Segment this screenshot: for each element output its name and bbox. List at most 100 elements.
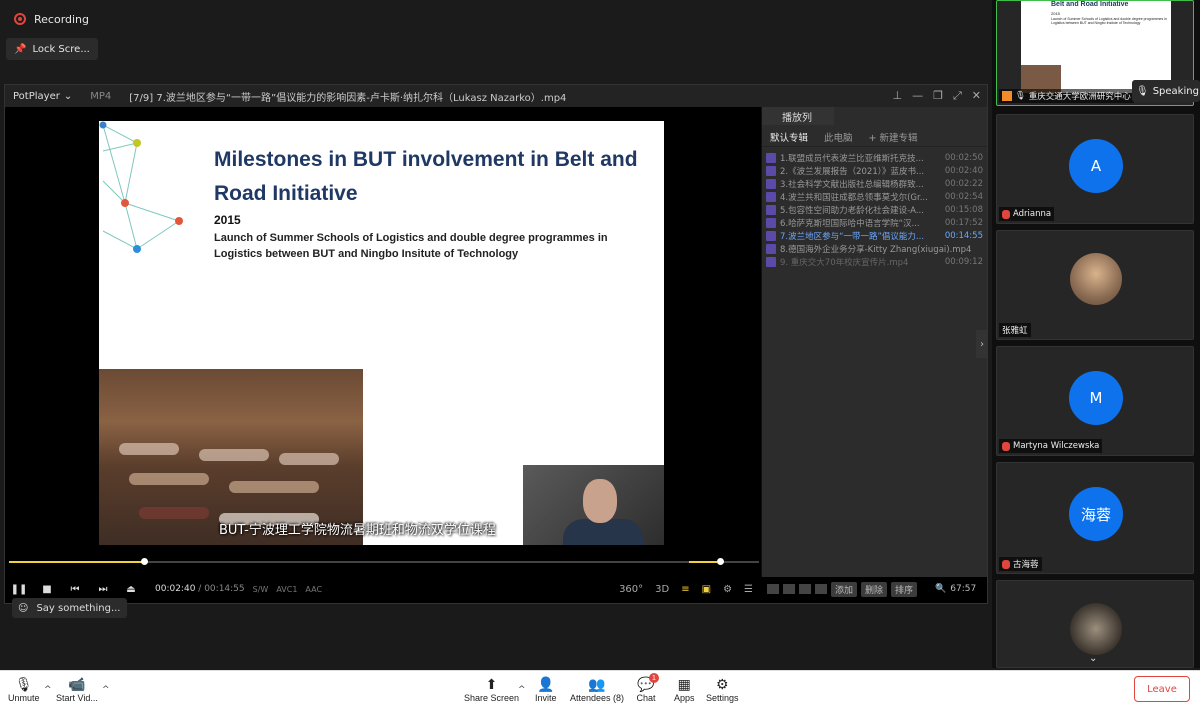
3d-icon[interactable]: 3D <box>655 584 669 595</box>
previous-icon[interactable]: ⏮ <box>61 584 89 595</box>
playlist-item-name: 3.社会科学文献出版社总编辑杨群致... <box>780 179 924 190</box>
playlist-item[interactable]: 7.波兰地区参与“一带一路”倡议能力... 00:14:55 <box>762 229 987 242</box>
playlist-item-duration: 00:09:12 <box>944 256 983 267</box>
360-icon[interactable]: 360° <box>619 584 643 595</box>
tag-sw[interactable]: S/W <box>253 585 269 594</box>
playlist-controls: 添加 删除 排序 🔍 67:57 <box>761 577 987 601</box>
start-video-button[interactable]: 📹 Start Vid... <box>56 675 98 704</box>
playlist-item-duration: 00:15:08 <box>944 204 983 215</box>
playlist-icon[interactable]: ≡ <box>681 584 689 595</box>
participant-name: 古海蓉 <box>1013 560 1039 570</box>
share-screen-button[interactable]: ⬆ Share Screen <box>464 675 520 704</box>
lock-screen-button[interactable]: 📌 Lock Scre... <box>6 38 98 60</box>
avatar: M <box>1069 371 1123 425</box>
gear-icon: ⚙ <box>715 675 729 692</box>
reaction-input[interactable]: ☺ Say something... <box>12 598 127 618</box>
next-icon[interactable]: ⏭ <box>89 584 117 595</box>
collapse-gallery-button[interactable]: › <box>976 330 988 358</box>
unmute-button[interactable]: 🎙 Unmute <box>8 675 40 704</box>
chevron-up-icon[interactable]: ^ <box>518 685 526 695</box>
participant-tile[interactable]: A Adrianna <box>996 114 1194 224</box>
playlist-total-duration: 67:57 <box>950 584 977 594</box>
tag-video-codec[interactable]: AVC1 <box>276 585 297 594</box>
tab-default-album[interactable]: 默认专辑 <box>762 125 817 146</box>
eject-icon[interactable]: ⏏ <box>117 584 145 595</box>
participant-tile[interactable]: 张雅虹 <box>996 230 1194 340</box>
potplayer-menu[interactable]: PotPlayer ⌄ <box>5 91 80 102</box>
tag-audio-codec[interactable]: AAC <box>305 585 322 594</box>
participant-tile[interactable]: M Martyna Wilczewska <box>996 346 1194 456</box>
playlist-item[interactable]: 2.《波兰发展报告（2021）》蓝皮书... 00:02:40 <box>762 164 987 177</box>
participant-tile[interactable]: ⌄ <box>996 580 1194 668</box>
playlist-item-duration: 00:02:54 <box>944 191 983 202</box>
invite-button[interactable]: 👤 Invite <box>535 675 557 704</box>
pin-icon: 📌 <box>14 43 27 55</box>
video-frame[interactable]: Milestones in BUT involvement in Belt an… <box>99 121 664 545</box>
playlist-header: 播放列表 <box>762 107 834 139</box>
settings-label: Settings <box>706 693 739 703</box>
volume-slider[interactable] <box>689 558 751 565</box>
microphone-icon: 🎙 <box>1015 91 1026 101</box>
thumb-title: Belt and Road Initiative <box>1051 1 1129 8</box>
lock-screen-label: Lock Scre... <box>32 43 90 55</box>
minimize-icon[interactable]: — <box>912 89 923 103</box>
pin-icon[interactable]: ⊥ <box>893 89 903 103</box>
chevron-up-icon[interactable]: ^ <box>102 685 110 695</box>
playlist-items: 1.联盟成员代表波兰比亚维斯托克技... 00:02:50 2.《波兰发展报告（20… <box>762 147 987 272</box>
seek-handle[interactable] <box>141 558 148 565</box>
video-file-icon <box>766 243 776 254</box>
subtitle-icon[interactable]: ▣ <box>702 584 711 595</box>
playlist-panel: 播放列表 默认专辑 此电脑 + 新建专辑 1.联盟成员代表波兰比亚维斯托克技..… <box>761 107 987 577</box>
playlist-tabs: 默认专辑 此电脑 + 新建专辑 <box>762 125 987 147</box>
potplayer-window: PotPlayer ⌄ MP4 [7/9] 7.波兰地区参与“一带一路”倡议能力… <box>4 84 988 604</box>
chat-button[interactable]: 💬 1 Chat <box>636 673 659 703</box>
video-file-icon <box>766 191 776 202</box>
move-down-icon[interactable] <box>799 584 811 594</box>
settings-button[interactable]: ⚙ Settings <box>706 675 739 704</box>
tab-new-album[interactable]: + 新建专辑 <box>861 125 926 146</box>
maximize-icon[interactable]: ⤢ <box>953 89 962 103</box>
avatar <box>1070 603 1122 655</box>
playlist-item[interactable]: 3.社会科学文献出版社总编辑杨群致... 00:02:22 <box>762 177 987 190</box>
mic-muted-icon <box>1002 441 1010 451</box>
restore-icon[interactable]: ❐ <box>933 89 943 103</box>
menu-icon[interactable]: ☰ <box>744 584 753 595</box>
attendees-button[interactable]: 👥 Attendees (8) <box>570 675 624 704</box>
stop-icon[interactable]: ■ <box>33 584 61 595</box>
recording-indicator[interactable]: Recording <box>8 9 95 29</box>
participant-tile[interactable]: 海蓉 古海蓉 <box>996 462 1194 574</box>
slide-title: Milestones in BUT involvement in Belt an… <box>214 148 638 205</box>
leave-button[interactable]: Leave <box>1134 676 1190 702</box>
pause-icon[interactable]: ❚❚ <box>5 584 33 595</box>
invite-label: Invite <box>535 693 557 703</box>
thumb-text: Launch of Summer Schools of Logistics an… <box>1051 17 1167 25</box>
file-title: [7/9] 7.波兰地区参与“一带一路”倡议能力的影响因素-卢卡斯·纳扎尔科（L… <box>129 92 567 104</box>
speaker-pip-video <box>523 465 664 545</box>
playlist-item[interactable]: 5.包容性空间助力老龄化社会建设-A... 00:15:08 <box>762 203 987 216</box>
participant-name: 张雅虹 <box>1002 326 1028 336</box>
add-button[interactable]: 添加 <box>831 581 858 597</box>
gear-icon[interactable]: ⚙ <box>723 584 732 595</box>
playlist-item[interactable]: 9. 重庆交大70年校庆宣传片.mp4 00:09:12 <box>762 255 987 268</box>
playlist-item[interactable]: 1.联盟成员代表波兰比亚维斯托克技... 00:02:50 <box>762 151 987 164</box>
participant-name: 🎙 重庆交通大学欧洲研究中心 <box>999 89 1134 103</box>
sort-button[interactable]: 排序 <box>891 581 918 597</box>
move-bottom-icon[interactable] <box>815 584 827 594</box>
playlist-item[interactable]: 8.德国海外企业务分享-Kitty Zhang(xiugai).mp4 <box>762 242 987 255</box>
playlist-item[interactable]: 4.波兰共和国驻成都总领事莫戈尔(Gr... 00:02:54 <box>762 190 987 203</box>
move-up-icon[interactable] <box>783 584 795 594</box>
playlist-item[interactable]: 6.哈萨克斯坦国际哈中语言学院“汉... 00:17:52 <box>762 216 987 229</box>
smiley-icon: ☺ <box>18 602 29 614</box>
apps-button[interactable]: ▦ Apps <box>674 675 695 704</box>
close-icon[interactable]: ✕ <box>972 89 981 103</box>
search-icon[interactable]: 🔍 <box>935 584 946 594</box>
chevron-down-icon[interactable]: ⌄ <box>1089 653 1097 664</box>
share-screen-label: Share Screen <box>464 693 520 703</box>
chevron-up-icon[interactable]: ^ <box>44 685 52 695</box>
playlist-item-duration: 00:02:40 <box>944 165 983 176</box>
tab-this-pc[interactable]: 此电脑 <box>816 125 861 146</box>
seek-bar[interactable] <box>9 558 759 565</box>
recording-label: Recording <box>34 12 90 26</box>
delete-button[interactable]: 删除 <box>861 581 888 597</box>
move-top-icon[interactable] <box>767 584 779 594</box>
